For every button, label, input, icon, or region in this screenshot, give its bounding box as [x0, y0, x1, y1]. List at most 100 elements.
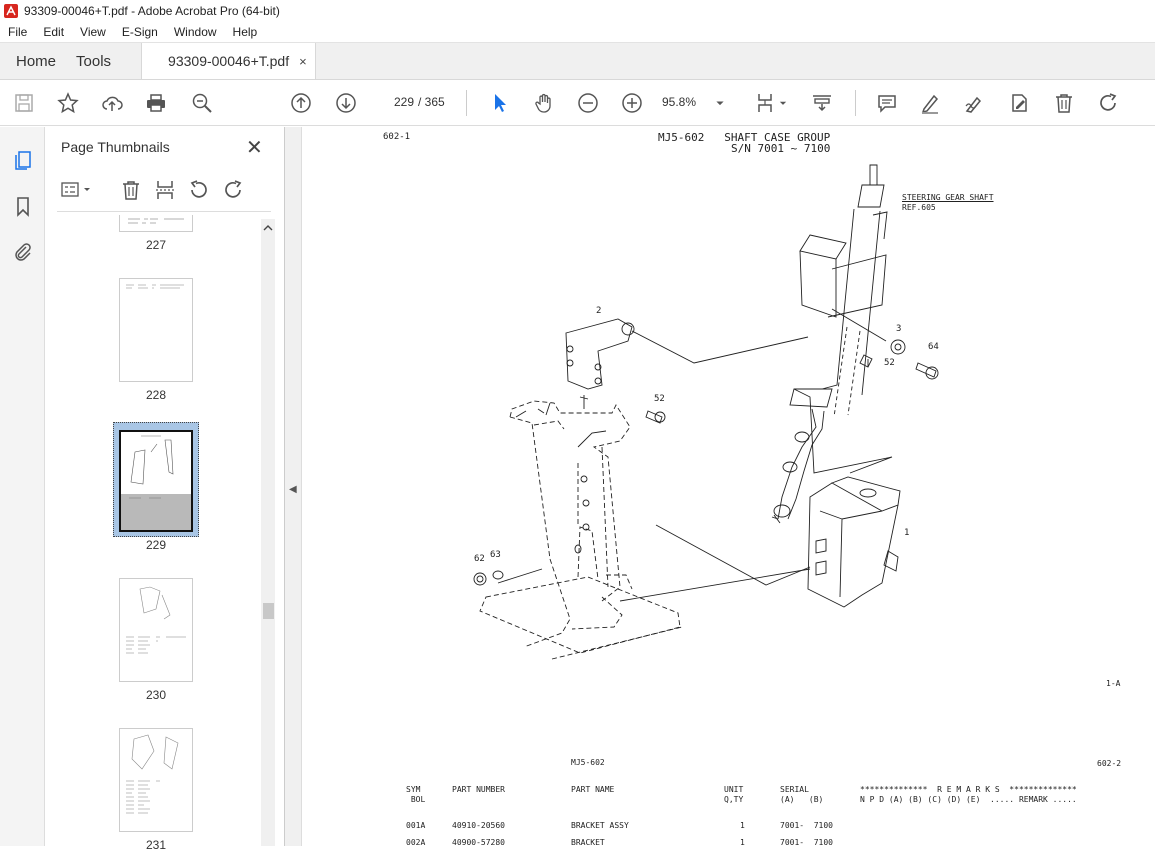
- page-fit-icon[interactable]: [754, 91, 778, 115]
- bookmark-icon[interactable]: [10, 193, 36, 219]
- row-serial: 7001- 7100: [780, 821, 833, 830]
- thumbnail-label: 230: [145, 688, 167, 702]
- left-rail: [0, 127, 45, 846]
- row-part-name: BRACKET ASSY: [571, 821, 629, 830]
- row-serial: 7001- 7100: [780, 838, 833, 846]
- part-label: 52: [884, 358, 895, 368]
- tab-home[interactable]: Home: [0, 43, 72, 79]
- thumbnails-panel: Page Thumbnails ✕ 227 228 229 230 231: [45, 127, 285, 852]
- thumbnail-scrollbar[interactable]: [261, 219, 275, 846]
- thumbnail-227[interactable]: [119, 215, 193, 232]
- thumbnail-228[interactable]: [119, 278, 193, 382]
- header-sym: SYM BOL: [406, 785, 426, 804]
- thumbnail-label: 231: [145, 838, 167, 852]
- comment-icon[interactable]: [875, 91, 899, 115]
- table-page-id: 602-2: [1097, 759, 1122, 768]
- tab-document[interactable]: 93309-00046+T.pdf ×: [141, 43, 316, 79]
- panel-collapse-handle[interactable]: ◀: [285, 127, 302, 846]
- menu-edit[interactable]: Edit: [35, 25, 72, 39]
- header-part-name: PART NAME: [571, 785, 615, 794]
- header-unit: UNIT Q,TY: [724, 785, 744, 804]
- rotate-right-icon[interactable]: [221, 179, 245, 201]
- row-sym: 002A: [406, 838, 426, 846]
- panel-close-icon[interactable]: ✕: [246, 135, 263, 160]
- window-title: 93309-00046+T.pdf - Adobe Acrobat Pro (6…: [24, 4, 280, 18]
- hand-tool-icon[interactable]: [532, 91, 556, 115]
- bookmark-star-icon[interactable]: [56, 91, 80, 115]
- row-sym: 001A: [406, 821, 426, 830]
- scroll-up-icon[interactable]: [261, 221, 275, 235]
- toolbar-divider: [466, 90, 467, 116]
- title-bar: 93309-00046+T.pdf - Adobe Acrobat Pro (6…: [0, 0, 1155, 22]
- thumbnail-230[interactable]: [119, 578, 193, 682]
- zoom-out-icon[interactable]: [576, 91, 600, 115]
- part-label: 62: [474, 554, 485, 564]
- table-group-id: MJ5-602: [571, 758, 605, 767]
- tab-close-icon[interactable]: ×: [299, 54, 307, 69]
- scrollbar-thumb[interactable]: [263, 603, 274, 619]
- part-label: 3: [896, 324, 901, 334]
- page-thumbnails-icon[interactable]: [10, 147, 36, 173]
- header-remarks-columns: N P D (A) (B) (C) (D) (E) ..... REMARK .…: [860, 795, 1077, 804]
- page-total: / 365: [418, 95, 445, 109]
- toolbar: [0, 80, 1155, 126]
- collapse-arrow-icon: ◀: [289, 484, 297, 495]
- tab-bar: Home Tools 93309-00046+T.pdf ×: [0, 43, 1155, 80]
- menu-help[interactable]: Help: [225, 25, 266, 39]
- row-part-number: 40900-57280: [452, 838, 505, 846]
- next-page-icon[interactable]: [334, 91, 358, 115]
- previous-page-icon[interactable]: [289, 91, 313, 115]
- split-page-icon[interactable]: [153, 179, 177, 201]
- document-page[interactable]: 602-1 MJ5-602 SHAFT CASE GROUP S/N 7001 …: [302, 127, 1155, 846]
- menu-bar: File Edit View E-Sign Window Help: [0, 22, 1155, 43]
- row-qty: 1: [740, 821, 745, 830]
- acrobat-icon: [4, 4, 18, 18]
- part-label: 63: [490, 550, 501, 560]
- edit-pdf-icon[interactable]: [1007, 91, 1031, 115]
- highlight-pen-icon[interactable]: [918, 91, 942, 115]
- panel-title: Page Thumbnails: [61, 139, 170, 155]
- zoom-level[interactable]: 95.8%: [662, 95, 722, 109]
- part-label: 52: [654, 394, 665, 404]
- redo-rotate-icon[interactable]: [1096, 91, 1120, 115]
- zoom-search-icon[interactable]: [190, 91, 214, 115]
- header-serial: SERIAL (A) (B): [780, 785, 824, 804]
- panel-divider: [57, 211, 271, 212]
- select-cursor-icon[interactable]: [488, 91, 512, 115]
- thumbnail-label: 227: [145, 238, 167, 252]
- row-part-name: BRACKET: [571, 838, 605, 846]
- rotate-left-icon[interactable]: [187, 179, 211, 201]
- upload-cloud-icon[interactable]: [100, 91, 124, 115]
- corner-mark: 1-A: [1106, 679, 1121, 688]
- part-label: 1: [904, 528, 909, 538]
- header-part-number: PART NUMBER: [452, 785, 505, 794]
- toolbar-divider: [855, 90, 856, 116]
- menu-esign[interactable]: E-Sign: [114, 25, 166, 39]
- delete-icon[interactable]: [1052, 91, 1076, 115]
- part-label: 64: [928, 342, 939, 352]
- header-remarks: ************** R E M A R K S ***********…: [860, 785, 1077, 794]
- tab-tools[interactable]: Tools: [72, 43, 127, 79]
- tab-document-label: 93309-00046+T.pdf: [168, 53, 290, 69]
- row-qty: 1: [740, 838, 745, 846]
- page-fit-dropdown-icon[interactable]: [776, 91, 790, 115]
- row-part-number: 40910-20560: [452, 821, 505, 830]
- thumbnail-options-icon[interactable]: [59, 179, 93, 201]
- menu-file[interactable]: File: [0, 25, 35, 39]
- menu-view[interactable]: View: [72, 25, 114, 39]
- thumbnail-231[interactable]: [119, 728, 193, 832]
- thumbnail-label: 229: [145, 538, 167, 552]
- part-label: 2: [596, 306, 601, 316]
- scrolling-mode-icon[interactable]: [810, 91, 834, 115]
- menu-window[interactable]: Window: [166, 25, 225, 39]
- save-icon[interactable]: [12, 91, 36, 115]
- thumbnail-229[interactable]: [119, 430, 193, 532]
- fill-sign-icon[interactable]: [962, 91, 986, 115]
- zoom-in-icon[interactable]: [620, 91, 644, 115]
- thumbnail-label: 228: [145, 388, 167, 402]
- exploded-parts-diagram: 2 3 64 52 52 1 62 63: [473, 164, 939, 660]
- page-number-input[interactable]: [380, 90, 414, 114]
- print-icon[interactable]: [144, 91, 168, 115]
- delete-page-icon[interactable]: [119, 179, 143, 201]
- attachment-icon[interactable]: [10, 239, 36, 265]
